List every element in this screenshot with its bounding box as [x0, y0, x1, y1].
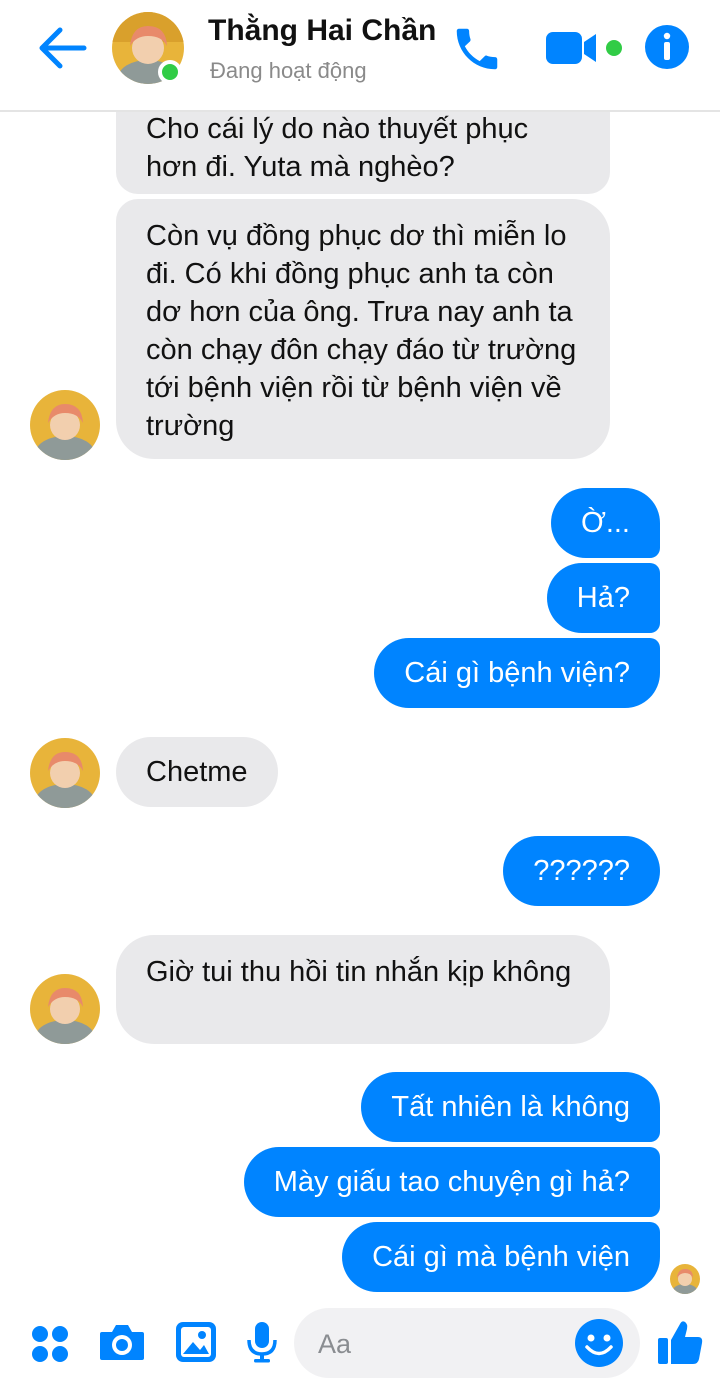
image-icon[interactable]: [174, 1320, 218, 1364]
message-bubble-outgoing[interactable]: Cái gì bệnh viện?: [374, 638, 660, 708]
contact-name[interactable]: Thằng Hai Chần: [208, 14, 436, 48]
chat-header: Thằng Hai Chần Đang hoạt động: [0, 0, 720, 112]
phone-icon[interactable]: [450, 22, 504, 76]
message-input[interactable]: [316, 1322, 570, 1366]
message-bubble-outgoing[interactable]: Ờ...: [550, 488, 660, 558]
message-bubble-incoming[interactable]: Giờ tui thu hồi tin nhắn kịp không: [116, 935, 610, 1044]
sender-avatar[interactable]: [30, 974, 100, 1044]
message-bubble-incoming[interactable]: Chetme: [116, 737, 278, 807]
message-input-box[interactable]: [294, 1308, 640, 1378]
emoji-icon[interactable]: [574, 1318, 624, 1368]
message-bubble-outgoing[interactable]: Tất nhiên là không: [361, 1072, 660, 1142]
info-icon[interactable]: [644, 24, 690, 70]
apps-icon[interactable]: [30, 1324, 70, 1364]
thumbs-up-icon[interactable]: [656, 1318, 704, 1366]
arrow-left-icon[interactable]: [36, 24, 88, 72]
video-online-indicator: [606, 40, 622, 56]
seen-avatar: [670, 1264, 700, 1294]
sender-avatar[interactable]: [30, 390, 100, 460]
sender-avatar[interactable]: [30, 738, 100, 808]
contact-status: Đang hoạt động: [210, 58, 367, 83]
message-bubble-outgoing[interactable]: Cái gì mà bệnh viện: [342, 1222, 660, 1292]
message-bubble-outgoing[interactable]: ??????: [503, 836, 660, 906]
message-bubble-incoming[interactable]: Còn vụ đồng phục dơ thì miễn lo đi. Có k…: [116, 199, 610, 459]
composer-bar: [0, 1300, 720, 1385]
message-bubble-incoming[interactable]: Cho cái lý do nào thuyết phục hơn đi. Yu…: [116, 112, 610, 194]
microphone-icon[interactable]: [246, 1320, 278, 1364]
message-bubble-outgoing[interactable]: Hả?: [546, 563, 660, 633]
message-bubble-outgoing[interactable]: Mày giấu tao chuyện gì hả?: [243, 1147, 660, 1217]
message-list[interactable]: Cho cái lý do nào thuyết phục hơn đi. Yu…: [0, 112, 720, 1302]
camera-icon[interactable]: [98, 1322, 146, 1362]
video-camera-icon[interactable]: [544, 28, 604, 68]
online-indicator: [158, 60, 182, 84]
